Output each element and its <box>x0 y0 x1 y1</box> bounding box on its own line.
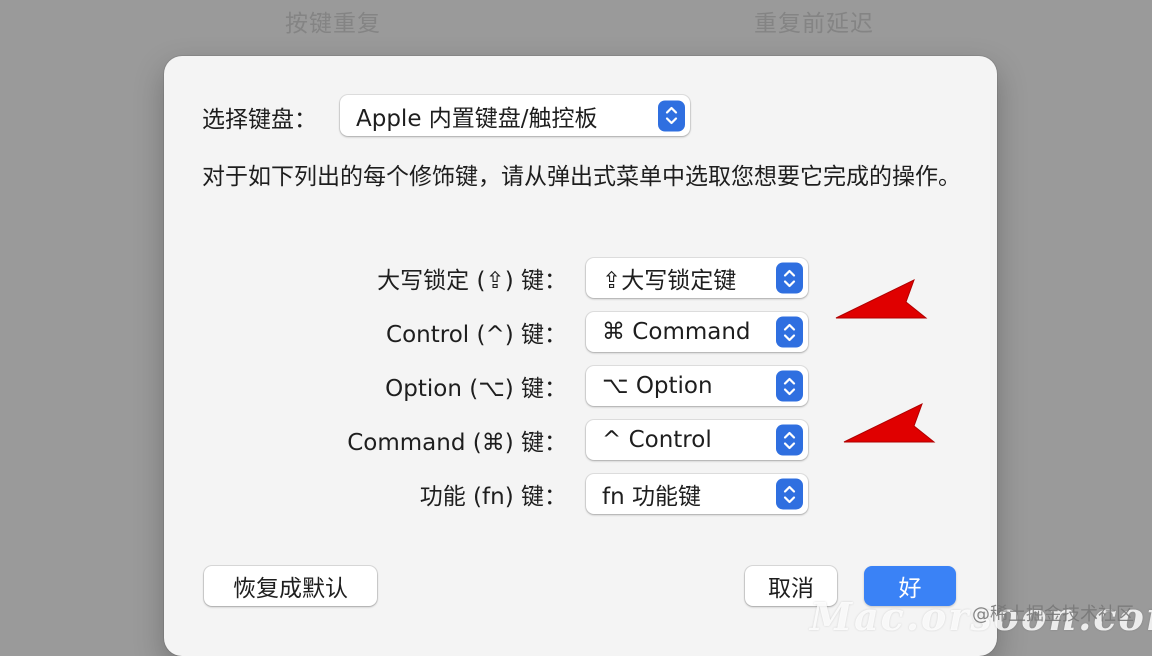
modifier-keys-dialog: 选择键盘： Apple 内置键盘/触控板 对于如下列出的每个修饰键，请从弹出式菜… <box>164 56 997 656</box>
option-key-label: Option (⌥) 键： <box>385 376 567 402</box>
key-repeat-label: 按键重复 <box>285 11 381 37</box>
red-arrow-icon <box>835 279 928 319</box>
chevron-up-down-icon <box>658 100 685 131</box>
keyboard-select-popup[interactable]: Apple 内置键盘/触控板 <box>340 95 690 136</box>
control-key-label: Control (^) 键： <box>386 322 567 348</box>
credit-text: @稀土掘金技术社区 <box>972 604 1134 625</box>
caps-lock-key-label: 大写锁定 (⇪) 键： <box>377 268 567 294</box>
chevron-up-down-icon <box>776 262 803 294</box>
control-key-value: ⌘ Command <box>602 319 751 345</box>
command-key-value: ^ Control <box>602 427 712 453</box>
command-key-label: Command (⌘) 键： <box>347 430 567 456</box>
delay-until-repeat-label: 重复前延迟 <box>754 11 874 37</box>
chevron-up-down-icon <box>776 424 803 456</box>
fn-key-popup[interactable]: fn 功能键 <box>586 474 808 514</box>
keyboard-select-value: Apple 内置键盘/触控板 <box>356 105 598 132</box>
keyboard-select-label: 选择键盘： <box>202 107 317 133</box>
chevron-up-down-icon <box>776 478 803 510</box>
red-arrow-icon <box>843 403 936 443</box>
command-key-popup[interactable]: ^ Control <box>586 420 808 460</box>
fn-key-value: fn 功能键 <box>602 484 701 510</box>
option-key-popup[interactable]: ⌥ Option <box>586 366 808 406</box>
instructions-text: 对于如下列出的每个修饰键，请从弹出式菜单中选取您想要它完成的操作。 <box>202 164 961 190</box>
chevron-up-down-icon <box>776 370 803 402</box>
caps-lock-key-popup[interactable]: ⇪大写锁定键 <box>586 258 808 298</box>
restore-defaults-button[interactable]: 恢复成默认 <box>204 566 377 606</box>
option-key-value: ⌥ Option <box>602 373 713 399</box>
caps-lock-key-value: ⇪大写锁定键 <box>602 268 737 294</box>
fn-key-label: 功能 (fn) 键： <box>419 484 567 510</box>
control-key-popup[interactable]: ⌘ Command <box>586 312 808 352</box>
chevron-up-down-icon <box>776 316 803 348</box>
